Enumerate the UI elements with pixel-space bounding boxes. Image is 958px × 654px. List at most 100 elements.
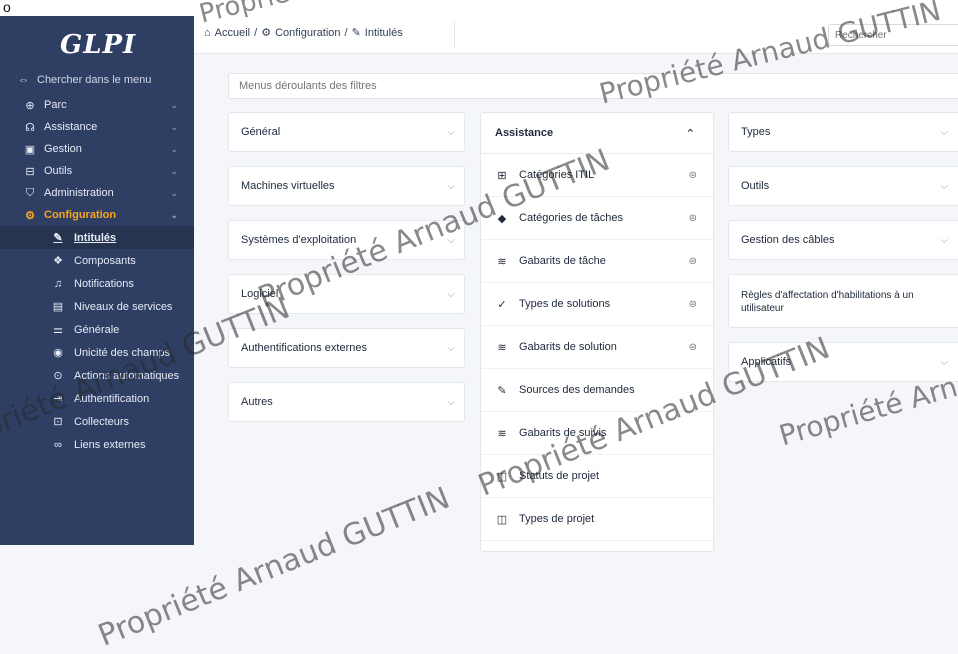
submenu-item-generale[interactable]: ⚌ Générale — [0, 318, 194, 341]
submenu-item-unicite[interactable]: ◉ Unicité des champs — [0, 341, 194, 364]
submenu-item-niveaux-services[interactable]: ▤ Niveaux de services — [0, 295, 194, 318]
dropdown-item-sources-demandes[interactable]: ✎ Sources des demandes — [481, 369, 713, 412]
group-label: Machines virtuelles — [241, 180, 335, 192]
sidebar-item-gestion[interactable]: ▣ Gestion ⌄ — [0, 138, 194, 160]
group-label: Authentifications externes — [241, 342, 367, 354]
dropdown-item-gabarits-tache[interactable]: ≋ Gabarits de tâche ⊜ — [481, 240, 713, 283]
dropdown-group-assistance: Assistance ⌃ ⊞ Catégories ITIL ⊜ ◆ Catég… — [480, 112, 714, 552]
layout-icon: ◫ — [496, 513, 508, 526]
submenu-item-authentification[interactable]: ⇥ Authentification — [0, 387, 194, 410]
sidebar-item-label: Assistance — [44, 121, 98, 133]
sidebar: GLPI ⇔ Chercher dans le menu ⊕ Parc ⌄ ☊ … — [0, 16, 194, 545]
dropdown-item-gabarits-suivis[interactable]: ≋ Gabarits de suivis — [481, 412, 713, 455]
chevron-down-icon: ⌄ — [170, 143, 178, 154]
edit-icon: ✎ — [53, 232, 63, 244]
breadcrumb-current[interactable]: Intitulés — [365, 27, 403, 39]
sidebar-item-label: Gestion — [44, 143, 82, 155]
chevron-down-icon: ⌵ — [940, 356, 948, 368]
sidebar-item-label: Parc — [44, 99, 67, 111]
sitemap-icon: ⊞ — [497, 169, 507, 182]
dropdown-item-categories-taches[interactable]: ◆ Catégories de tâches ⊜ — [481, 197, 713, 240]
check-icon: ✓ — [497, 298, 507, 311]
chevron-up-icon: ⌃ — [685, 127, 695, 140]
sidebar-item-outils[interactable]: ⊟ Outils ⌄ — [0, 160, 194, 182]
sidebar-item-label: Administration — [44, 187, 114, 199]
layers-icon: ⊜ — [688, 341, 697, 353]
submenu-item-label: Notifications — [74, 277, 134, 290]
chevron-down-icon: ⌄ — [170, 121, 178, 132]
dropdown-group-regles-habilitations[interactable]: Règles d'affectation d'habilitations à u… — [728, 274, 958, 328]
sidebar-item-administration[interactable]: ⛉ Administration ⌄ — [0, 182, 194, 204]
header-divider — [454, 22, 455, 48]
dropdown-group-gestion-cables[interactable]: Gestion des câbles ⌵ — [728, 220, 958, 260]
submenu-item-label: Composants — [74, 254, 136, 267]
clock-icon: ⊙ — [53, 370, 63, 382]
item-label: Sources des demandes — [519, 384, 635, 396]
group-label: Autres — [241, 396, 273, 408]
headset-icon: ☊ — [25, 121, 35, 134]
sliders-icon: ⚌ — [53, 324, 63, 336]
dropdown-group-logiciel[interactable]: Logiciel ⌵ — [228, 274, 465, 314]
edit-icon: ✎ — [497, 384, 507, 397]
group-label: Logiciel — [241, 288, 279, 300]
dropdown-group-machines-virtuelles[interactable]: Machines virtuelles ⌵ — [228, 166, 465, 206]
dropdown-group-types[interactable]: Types ⌵ — [728, 112, 958, 152]
submenu-item-actions-auto[interactable]: ⊙ Actions automatiques — [0, 364, 194, 387]
clipboard-icon: ▤ — [52, 301, 64, 313]
submenu-item-collecteurs[interactable]: ⊡ Collecteurs — [0, 410, 194, 433]
dropdown-item-categories-itil[interactable]: ⊞ Catégories ITIL ⊜ — [481, 154, 713, 197]
group-label: Applicatifs — [741, 356, 792, 368]
item-label: Gabarits de solution — [519, 341, 617, 353]
breadcrumb-configuration[interactable]: Configuration — [275, 27, 340, 39]
breadcrumb-home[interactable]: Accueil — [215, 27, 250, 39]
link-icon: ∞ — [54, 438, 62, 451]
submenu-item-composants[interactable]: ❖ Composants — [0, 249, 194, 272]
chevron-down-icon: ⌵ — [447, 180, 455, 192]
global-search-input[interactable] — [828, 24, 958, 46]
gear-icon: ⚙ — [25, 209, 35, 222]
components-icon: ❖ — [53, 255, 63, 267]
tag-icon: ◆ — [497, 212, 507, 225]
dropdown-group-applicatifs[interactable]: Applicatifs ⌵ — [728, 342, 958, 382]
dropdown-group-outils[interactable]: Outils ⌵ — [728, 166, 958, 206]
dropdown-item-types-projet[interactable]: ◫ Types de projet — [481, 498, 713, 541]
group-label: Systèmes d'exploitation — [241, 234, 357, 246]
layers-icon: ⊜ — [688, 169, 697, 181]
submenu-item-intitules[interactable]: ✎ Intitulés — [0, 226, 194, 249]
submenu-item-label: Actions automatiques — [74, 369, 180, 382]
gear-icon: ⚙ — [261, 27, 272, 39]
glpi-logo[interactable]: GLPI — [60, 30, 136, 60]
sidebar-item-label: Configuration — [44, 209, 117, 221]
assistance-header[interactable]: Assistance ⌃ — [481, 113, 713, 154]
dropdown-filter-input[interactable] — [228, 73, 958, 99]
menu-search[interactable]: ⇔ Chercher dans le menu — [0, 68, 194, 92]
chevron-down-icon: ⌄ — [170, 165, 178, 176]
group-label: Types — [741, 126, 771, 138]
breadcrumb: ⌂ Accueil / ⚙ Configuration / ✎ Intitulé… — [204, 26, 403, 40]
dropdown-item-types-solutions[interactable]: ✓ Types de solutions ⊜ — [481, 283, 713, 326]
submenu-item-label: Authentification — [74, 392, 150, 405]
dropdown-group-autres[interactable]: Autres ⌵ — [228, 382, 465, 422]
sidebar-item-assistance[interactable]: ☊ Assistance ⌄ — [0, 116, 194, 138]
stack-icon: ≋ — [497, 341, 507, 354]
chevron-down-icon: ⌵ — [447, 288, 455, 300]
top-header: ⌂ Accueil / ⚙ Configuration / ✎ Intitulé… — [194, 16, 958, 54]
dropdown-group-systemes-exploitation[interactable]: Systèmes d'exploitation ⌵ — [228, 220, 465, 260]
sidebar-item-parc[interactable]: ⊕ Parc ⌄ — [0, 94, 194, 116]
item-label: Types de solutions — [519, 298, 611, 310]
submenu-item-notifications[interactable]: ♫ Notifications — [0, 272, 194, 295]
item-label: Types de projet — [519, 513, 595, 525]
chevron-down-icon: ⌵ — [447, 396, 455, 408]
item-label: Statuts de projet — [519, 470, 600, 482]
stack-icon: ≋ — [497, 427, 507, 440]
dropdown-item-gabarits-solution[interactable]: ≋ Gabarits de solution ⊜ — [481, 326, 713, 369]
dropdown-item-statuts-projet[interactable]: ◫ Statuts de projet — [481, 455, 713, 498]
submenu-item-liens-externes[interactable]: ∞ Liens externes — [0, 433, 194, 456]
sidebar-item-configuration[interactable]: ⚙ Configuration ⌄ — [0, 204, 194, 226]
dropdown-group-general[interactable]: Général ⌵ — [228, 112, 465, 152]
dropdown-group-authentifications-externes[interactable]: Authentifications externes ⌵ — [228, 328, 465, 368]
group-label: Outils — [741, 180, 770, 192]
edit-icon: ✎ — [351, 27, 361, 39]
chevron-down-icon: ⌵ — [447, 234, 455, 246]
group-label: Règles d'affectation d'habilitations à u… — [741, 290, 914, 314]
